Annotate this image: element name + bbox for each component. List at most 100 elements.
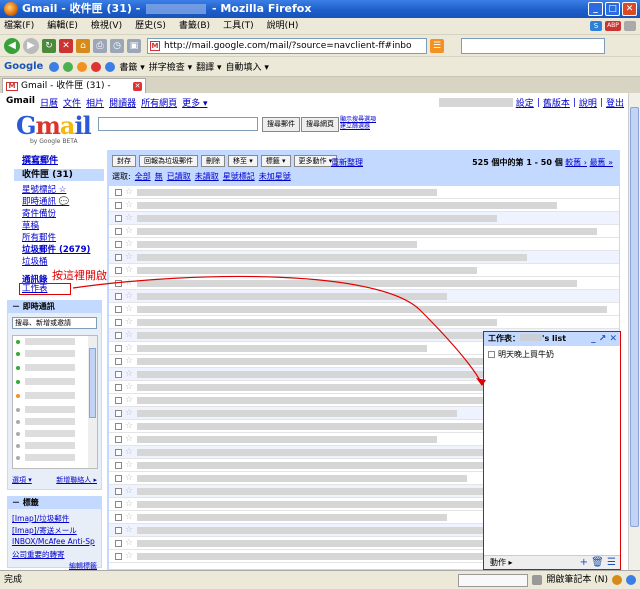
signout-link[interactable]: 登出 (606, 96, 624, 109)
message-checkbox[interactable] (115, 462, 122, 469)
message-checkbox[interactable] (115, 449, 122, 456)
message-row[interactable]: ☆ (109, 277, 619, 290)
forward-button[interactable]: ▶ (23, 37, 39, 54)
message-row[interactable]: ☆ (109, 199, 619, 212)
message-checkbox[interactable] (115, 306, 122, 313)
star-icon[interactable]: ☆ (125, 343, 133, 353)
chat-search-input[interactable]: 搜尋、新增或邀請 (12, 317, 97, 329)
select-all[interactable]: 全部 (135, 171, 151, 182)
tab-close-icon[interactable]: ✕ (133, 82, 142, 91)
show-search-options-link[interactable]: 顯示搜尋選項 (340, 116, 376, 123)
topnav-calendar[interactable]: 日曆 (40, 96, 58, 109)
message-checkbox[interactable] (115, 358, 122, 365)
sidebar-item-starred[interactable]: 星號標記 ☆ (22, 183, 66, 195)
label-item[interactable]: INBOX/McAfee Anti-Sp (12, 537, 95, 546)
select-read[interactable]: 已讀取 (167, 171, 191, 182)
reload-icon[interactable]: ↻ (42, 38, 56, 53)
move-to-button[interactable]: 移至 ▾ (228, 155, 258, 167)
create-filter-link[interactable]: 建立篩選器 (340, 123, 376, 130)
adblock-icon[interactable]: ABP (605, 21, 621, 31)
message-checkbox[interactable] (115, 202, 122, 209)
tab-gmail[interactable]: M Gmail - 收件匣 (31) - ✕ (2, 78, 146, 94)
message-row[interactable]: ☆ (109, 290, 619, 303)
older-link[interactable]: 較舊 › (565, 158, 587, 167)
topnav-more[interactable]: 更多 ▾ (182, 96, 207, 109)
message-checkbox[interactable] (115, 228, 122, 235)
refresh-link[interactable]: 重新整理 (331, 157, 363, 168)
message-checkbox[interactable] (115, 319, 122, 326)
settings-link[interactable]: 設定 (516, 96, 534, 109)
help-link[interactable]: 說明 (579, 96, 597, 109)
maximize-button[interactable]: □ (605, 2, 620, 16)
message-checkbox[interactable] (115, 488, 122, 495)
message-checkbox[interactable] (115, 241, 122, 248)
topnav-photos[interactable]: 相片 (86, 96, 104, 109)
stop-icon[interactable]: ✕ (59, 38, 73, 53)
delete-button[interactable]: 刪除 (201, 155, 225, 167)
star-icon[interactable]: ☆ (125, 369, 133, 379)
sidebar-item-spam[interactable]: 垃圾郵件 (2679) (22, 243, 90, 255)
sidebar-item-trash[interactable]: 垃圾桶 (22, 255, 48, 267)
toolbar-blog-icon[interactable] (77, 61, 88, 72)
menu-tools[interactable]: 工具(T) (223, 18, 254, 34)
print-icon[interactable]: ⎙ (93, 38, 107, 53)
chat-scrollbar[interactable] (88, 336, 97, 468)
star-icon[interactable]: ☆ (125, 265, 133, 275)
rss-icon[interactable]: ☰ (430, 38, 444, 53)
sidebar-item-sent[interactable]: 寄件備份 (22, 207, 56, 219)
back-button[interactable]: ◀ (4, 37, 20, 54)
chat-contact[interactable] (25, 442, 75, 449)
message-row[interactable]: ☆ (109, 264, 619, 277)
status-addon-icon[interactable] (626, 575, 636, 585)
chat-contact[interactable] (25, 406, 75, 413)
star-icon[interactable]: ☆ (125, 291, 133, 301)
screenshot-icon[interactable]: ▣ (127, 38, 141, 53)
star-icon[interactable]: ☆ (125, 382, 133, 392)
message-checkbox[interactable] (115, 553, 122, 560)
message-checkbox[interactable] (115, 254, 122, 261)
message-row[interactable]: ☆ (109, 212, 619, 225)
message-checkbox[interactable] (115, 423, 122, 430)
home-icon[interactable]: ⌂ (76, 38, 90, 53)
message-checkbox[interactable] (115, 527, 122, 534)
chat-options-link[interactable]: 選項 ▾ (12, 475, 32, 485)
star-icon[interactable]: ☆ (125, 473, 133, 483)
message-checkbox[interactable] (115, 501, 122, 508)
menu-help[interactable]: 說明(H) (267, 18, 299, 34)
chat-contact[interactable] (25, 454, 75, 461)
chat-contact[interactable] (25, 418, 75, 425)
message-checkbox[interactable] (115, 384, 122, 391)
star-icon[interactable]: ☆ (125, 421, 133, 431)
star-icon[interactable]: ☆ (125, 512, 133, 522)
star-icon[interactable]: ☆ (125, 538, 133, 548)
page-scrollbar[interactable] (628, 93, 640, 570)
message-checkbox[interactable] (115, 475, 122, 482)
label-item[interactable]: [Imap]/垃圾郵件 (12, 513, 69, 524)
edit-labels-link[interactable]: 編輯標籤 (69, 561, 97, 570)
menu-history[interactable]: 歷史(S) (135, 18, 166, 34)
chat-contact[interactable] (25, 392, 75, 399)
toolbar-calendar-icon[interactable] (105, 61, 116, 72)
label-item[interactable]: 公司重要的轉寄 (12, 549, 65, 560)
firebug-icon[interactable] (612, 575, 622, 585)
page-scrollbar-thumb[interactable] (630, 107, 639, 527)
bookmarks-menu[interactable]: 書籤 ▾ (119, 60, 144, 73)
message-checkbox[interactable] (115, 332, 122, 339)
tasks-window-controls[interactable]: _ ↗ ✕ (591, 332, 617, 346)
star-icon[interactable]: ☆ (125, 551, 133, 561)
labels-box-title[interactable]: － 標籤 (8, 497, 101, 509)
message-row[interactable]: ☆ (109, 186, 619, 199)
tasks-footer-icons[interactable]: + 🗑 ☰ (580, 556, 616, 569)
star-icon[interactable]: ☆ (125, 226, 133, 236)
chat-contact[interactable] (25, 364, 75, 371)
message-row[interactable]: ☆ (109, 251, 619, 264)
star-icon[interactable]: ☆ (125, 330, 133, 340)
message-checkbox[interactable] (115, 397, 122, 404)
chat-contact[interactable] (25, 338, 75, 345)
addon-icon[interactable] (624, 21, 636, 31)
history-icon[interactable]: ◷ (110, 38, 124, 53)
star-icon[interactable]: ☆ (125, 356, 133, 366)
star-icon[interactable]: ☆ (125, 317, 133, 327)
toolbar-gmail-icon[interactable] (91, 61, 102, 72)
web-search-box[interactable] (461, 37, 605, 54)
